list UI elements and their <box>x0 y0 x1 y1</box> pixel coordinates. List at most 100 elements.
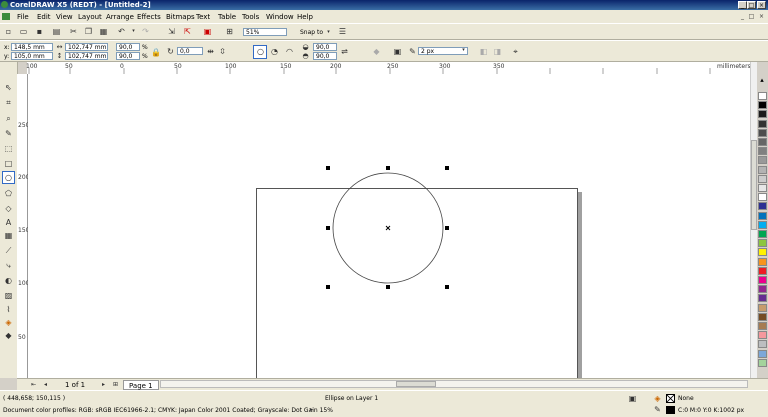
mirror-horizontal-icon[interactable]: ⇹ <box>206 47 215 56</box>
snap-to-dropdown[interactable]: Snap to <box>300 29 323 36</box>
palette-swatch[interactable] <box>758 349 767 358</box>
palette-swatch[interactable] <box>758 358 767 367</box>
scale-x-field[interactable]: 90,0 <box>116 43 140 51</box>
first-page-icon[interactable]: ⇤ <box>29 380 38 389</box>
arc-icon[interactable]: ◠ <box>285 47 294 56</box>
menu-bitmaps[interactable]: Bitmaps <box>166 13 195 21</box>
start-angle-field[interactable]: 90,0 <box>313 43 337 51</box>
menu-layout[interactable]: Layout <box>78 13 102 21</box>
menu-tools[interactable]: Tools <box>242 13 259 21</box>
page-tab[interactable]: Page 1 <box>123 380 159 390</box>
palette-swatch[interactable] <box>758 312 767 321</box>
horizontal-scrollbar[interactable] <box>160 380 748 388</box>
ruler-origin[interactable] <box>0 62 17 74</box>
horizontal-scroll-thumb[interactable] <box>396 381 436 387</box>
connector-tool-icon[interactable]: ⤷ <box>4 261 13 270</box>
palette-swatch[interactable] <box>758 230 767 238</box>
selection-handle-top-right[interactable] <box>445 166 449 170</box>
polygon-tool-icon[interactable]: ⬠ <box>4 189 13 198</box>
palette-swatch[interactable] <box>758 220 767 229</box>
interactive-fill-tool-icon[interactable]: ◆ <box>4 331 13 340</box>
crop-tool-icon[interactable]: ⌗ <box>4 98 13 107</box>
table-tool-icon[interactable]: ▦ <box>4 231 13 240</box>
maximize-button[interactable]: □ <box>747 1 756 9</box>
palette-swatch[interactable] <box>758 239 767 248</box>
mirror-vertical-icon[interactable]: ⇳ <box>218 47 227 56</box>
next-page-icon[interactable]: ▸ <box>99 380 108 389</box>
palette-swatch[interactable] <box>758 193 767 202</box>
menu-effects[interactable]: Effects <box>137 13 161 21</box>
palette-swatch[interactable] <box>758 147 767 156</box>
selection-handle-top-left[interactable] <box>326 166 330 170</box>
redo-icon[interactable]: ↷ <box>141 27 150 36</box>
palette-swatch[interactable] <box>758 202 767 211</box>
menu-table[interactable]: Table <box>218 13 236 21</box>
close-button[interactable]: × <box>757 1 766 9</box>
end-angle-field[interactable]: 90,0 <box>313 52 337 60</box>
copy-icon[interactable]: ❐ <box>84 27 93 36</box>
cut-icon[interactable]: ✂ <box>69 27 78 36</box>
menu-edit[interactable]: Edit <box>37 13 51 21</box>
palette-swatch[interactable] <box>758 340 767 349</box>
previous-page-icon[interactable]: ◂ <box>41 380 50 389</box>
freehand-tool-icon[interactable]: ✎ <box>4 129 13 138</box>
open-icon[interactable]: ▭ <box>19 27 28 36</box>
doc-close-button[interactable]: × <box>757 12 766 21</box>
text-tool-icon[interactable]: A <box>4 218 13 227</box>
palette-swatch[interactable] <box>758 266 767 275</box>
object-manager-icon[interactable]: ▣ <box>628 394 637 403</box>
pie-icon[interactable]: ◔ <box>270 47 279 56</box>
outline-width-chevron-down-icon[interactable]: ▾ <box>459 46 468 55</box>
selection-handle-right[interactable] <box>445 226 449 230</box>
fill-tool-icon[interactable]: ◈ <box>4 318 13 327</box>
palette-swatch[interactable] <box>758 276 767 284</box>
palette-swatch[interactable] <box>758 156 767 165</box>
selection-handle-top[interactable] <box>386 166 390 170</box>
minimize-button[interactable]: _ <box>738 1 747 9</box>
direction-icon[interactable]: ⇌ <box>340 47 349 56</box>
no-fill-swatch[interactable] <box>666 394 675 403</box>
undo-dropdown-icon[interactable]: ▾ <box>129 27 138 36</box>
menu-text[interactable]: Text <box>196 13 210 21</box>
palette-swatch[interactable] <box>758 294 767 303</box>
palette-scroll-up-icon[interactable]: ▴ <box>757 75 767 85</box>
profile-expand-icon[interactable]: ▸ <box>307 405 316 414</box>
height-field[interactable]: 102,747 mm <box>65 52 108 60</box>
rectangle-tool-icon[interactable]: □ <box>4 159 13 168</box>
palette-swatch[interactable] <box>758 211 767 220</box>
palette-swatch[interactable] <box>758 184 767 192</box>
undo-icon[interactable]: ↶ <box>117 27 126 36</box>
outline-color-swatch[interactable] <box>666 406 675 414</box>
import-icon[interactable]: ⇲ <box>167 27 176 36</box>
menu-help[interactable]: Help <box>297 13 313 21</box>
smart-fill-tool-icon[interactable]: ⬚ <box>4 144 13 153</box>
add-page-icon[interactable]: ⊞ <box>111 380 120 389</box>
wrap-text-icon[interactable]: ◆ <box>372 47 381 56</box>
zoom-tool-icon[interactable]: ⌕ <box>4 114 13 123</box>
convert-to-curves-icon[interactable]: ⌖ <box>511 47 520 56</box>
publish-pdf-icon[interactable]: ▣ <box>203 27 212 36</box>
options-icon[interactable]: ☰ <box>338 27 347 36</box>
selection-handle-bottom[interactable] <box>386 285 390 289</box>
application-launcher-icon[interactable]: ⊞ <box>225 27 234 36</box>
export-icon[interactable]: ⇱ <box>183 27 192 36</box>
paste-icon[interactable]: ▦ <box>99 27 108 36</box>
zoom-level-field[interactable]: 51% <box>243 28 287 36</box>
palette-swatch[interactable] <box>758 138 767 146</box>
selection-handle-left[interactable] <box>326 226 330 230</box>
palette-swatch[interactable] <box>758 285 767 294</box>
scale-y-field[interactable]: 90,0 <box>116 52 140 60</box>
palette-swatch[interactable] <box>758 257 767 266</box>
dimension-tool-icon[interactable]: ⟋ <box>4 246 13 255</box>
palette-swatch[interactable] <box>758 119 767 128</box>
palette-swatch[interactable] <box>758 174 767 183</box>
shape-tool-icon[interactable]: ⇖ <box>4 83 13 92</box>
palette-swatch[interactable] <box>758 165 767 174</box>
print-icon[interactable]: ▤ <box>52 27 61 36</box>
palette-swatch[interactable] <box>758 128 767 137</box>
menu-window[interactable]: Window <box>266 13 294 21</box>
palette-swatch[interactable] <box>758 331 767 340</box>
selection-handle-bottom-right[interactable] <box>445 285 449 289</box>
palette-swatch[interactable] <box>758 303 767 312</box>
y-position-field[interactable]: 105,0 mm <box>11 52 53 60</box>
